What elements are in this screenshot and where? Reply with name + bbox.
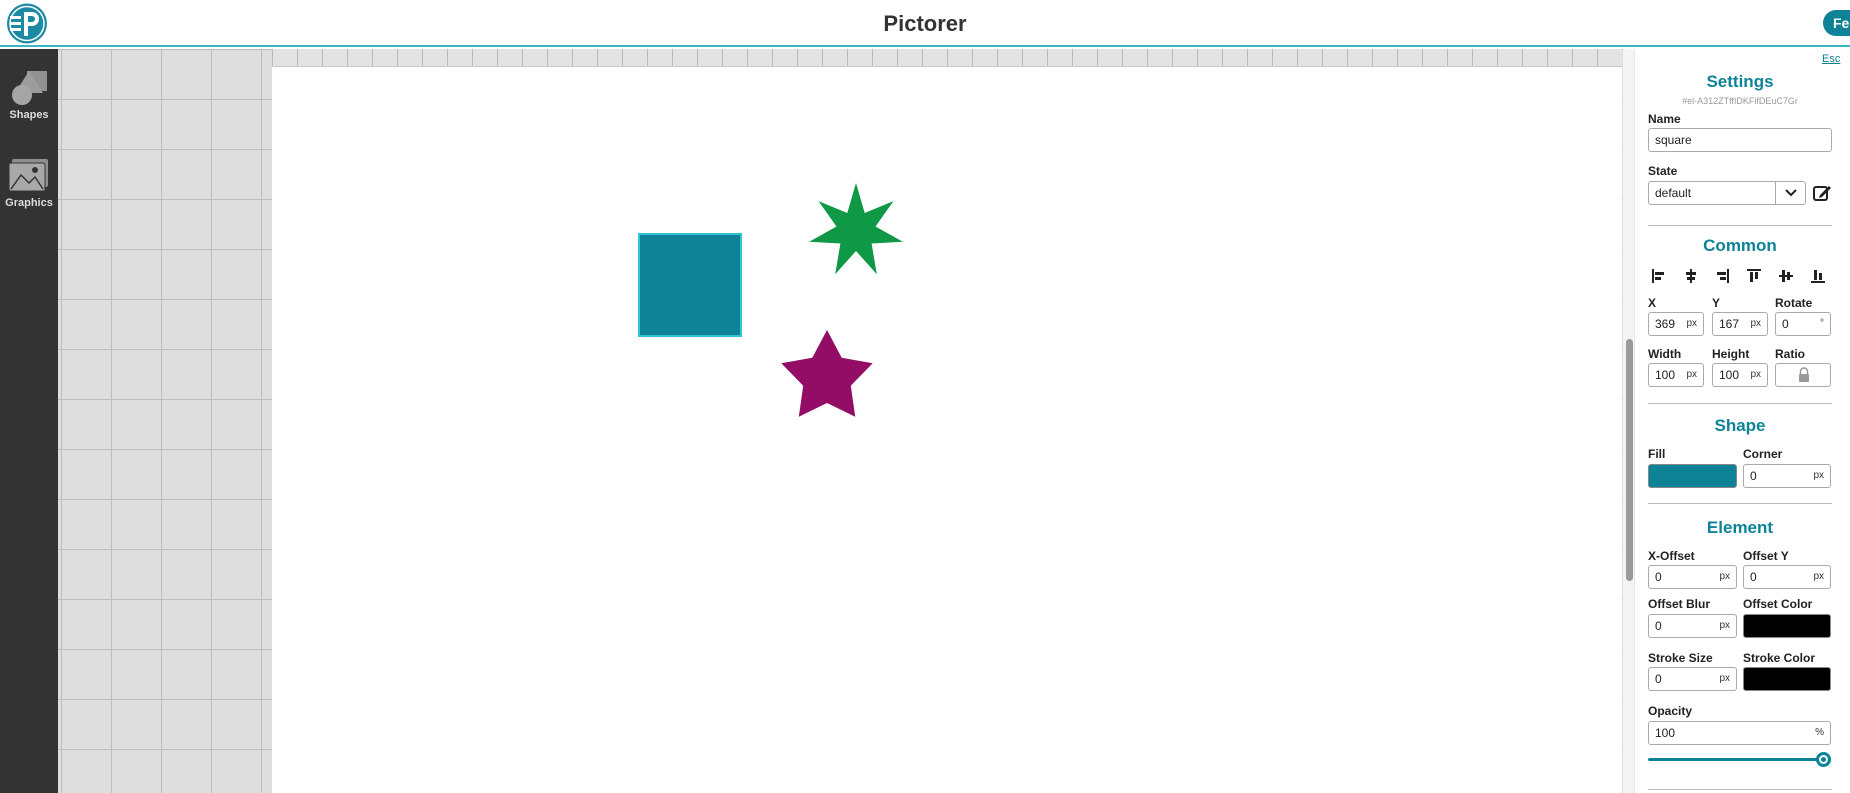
align-middle-vertical-icon[interactable] — [1778, 268, 1794, 284]
rotate-label: Rotate — [1775, 296, 1813, 310]
stroke-size-input[interactable]: 0 px — [1648, 667, 1737, 691]
esc-link[interactable]: Esc — [1822, 53, 1840, 65]
ratio-lock-button[interactable] — [1775, 363, 1831, 387]
stroke-color-swatch[interactable] — [1743, 667, 1831, 691]
offset-blur-input[interactable]: 0 px — [1648, 614, 1737, 638]
y-unit: px — [1750, 318, 1761, 329]
common-title: Common — [1703, 236, 1777, 255]
shapes-icon — [12, 71, 47, 105]
x-offset-input[interactable]: 0 px — [1648, 565, 1737, 589]
offset-y-value: 0 — [1750, 570, 1757, 584]
corner-unit: px — [1813, 470, 1824, 481]
rotate-value: 0 — [1782, 317, 1789, 331]
seven-point-star-shape[interactable] — [806, 181, 906, 281]
feedback-button[interactable]: Fe — [1823, 10, 1850, 36]
graphics-tool[interactable]: Graphics — [0, 155, 58, 209]
width-label: Width — [1648, 347, 1682, 361]
canvas-page[interactable] — [272, 67, 1622, 793]
shapes-tool-label: Shapes — [9, 109, 49, 121]
align-top-icon[interactable] — [1746, 268, 1762, 284]
section-divider — [1648, 225, 1832, 226]
shapes-tool[interactable]: Shapes — [0, 67, 58, 121]
y-value: 167 — [1719, 317, 1740, 331]
rotate-unit: ° — [1820, 318, 1824, 329]
stroke-size-unit: px — [1719, 673, 1730, 684]
graphics-tool-label: Graphics — [5, 197, 53, 209]
element-id: #el-A312ZTffIDKFifDEuC7Gr — [1682, 96, 1798, 106]
stroke-size-label: Stroke Size — [1648, 651, 1713, 665]
height-label: Height — [1712, 347, 1750, 361]
offset-blur-label: Offset Blur — [1648, 597, 1711, 611]
settings-title: Settings — [1706, 72, 1774, 91]
offset-y-unit: px — [1813, 571, 1824, 582]
x-offset-label: X-Offset — [1648, 549, 1695, 563]
fill-label: Fill — [1648, 447, 1666, 461]
section-divider — [1648, 503, 1832, 504]
name-label: Name — [1648, 112, 1681, 126]
section-divider — [1648, 403, 1832, 404]
opacity-slider-handle[interactable] — [1816, 752, 1831, 767]
height-input[interactable]: 100 px — [1712, 363, 1768, 387]
offset-color-label: Offset Color — [1743, 597, 1813, 611]
height-unit: px — [1750, 369, 1761, 380]
horizontal-ruler — [272, 49, 1622, 67]
fill-color-swatch[interactable] — [1648, 464, 1737, 488]
y-label: Y — [1712, 296, 1721, 310]
height-value: 100 — [1719, 368, 1740, 382]
square-shape[interactable] — [638, 233, 742, 337]
x-value: 369 — [1655, 317, 1676, 331]
ratio-label: Ratio — [1775, 347, 1805, 361]
width-input[interactable]: 100 px — [1648, 363, 1704, 387]
align-center-horizontal-icon[interactable] — [1683, 268, 1699, 284]
chevron-down-icon[interactable] — [1775, 182, 1805, 204]
x-input[interactable]: 369 px — [1648, 312, 1704, 336]
x-offset-value: 0 — [1655, 570, 1662, 584]
lock-icon — [1799, 367, 1809, 382]
corner-input[interactable]: 0 px — [1743, 464, 1831, 488]
canvas-scrollbar-thumb[interactable] — [1626, 339, 1633, 581]
opacity-input[interactable]: 100 % — [1648, 721, 1831, 745]
app-title: Pictorer — [883, 11, 967, 36]
element-title: Element — [1706, 518, 1774, 537]
width-unit: px — [1686, 369, 1697, 380]
five-point-star-shape[interactable] — [777, 324, 877, 424]
x-unit: px — [1686, 318, 1697, 329]
top-bar: Pictorer Fe — [0, 0, 1850, 47]
offset-y-input[interactable]: 0 px — [1743, 565, 1831, 589]
offset-blur-value: 0 — [1655, 619, 1662, 633]
section-divider — [1648, 789, 1832, 790]
y-input[interactable]: 167 px — [1712, 312, 1768, 336]
corner-label: Corner — [1743, 447, 1783, 461]
shape-title: Shape — [1714, 416, 1766, 435]
offset-blur-unit: px — [1719, 620, 1730, 631]
name-input[interactable]: square — [1648, 128, 1832, 152]
align-left-icon[interactable] — [1651, 268, 1667, 284]
opacity-value: 100 — [1655, 726, 1676, 740]
offset-y-label: Offset Y — [1743, 549, 1789, 563]
x-offset-unit: px — [1719, 571, 1730, 582]
align-bottom-icon[interactable] — [1810, 268, 1826, 284]
rotate-input[interactable]: 0 ° — [1775, 312, 1831, 336]
x-label: X — [1648, 296, 1657, 310]
stroke-color-label: Stroke Color — [1743, 651, 1816, 665]
width-value: 100 — [1655, 368, 1676, 382]
state-select[interactable]: default — [1648, 181, 1806, 205]
corner-value: 0 — [1750, 469, 1757, 483]
state-label: State — [1648, 164, 1678, 178]
edit-state-icon[interactable] — [1812, 183, 1832, 203]
state-value: default — [1655, 186, 1692, 200]
stroke-size-value: 0 — [1655, 672, 1662, 686]
align-right-icon[interactable] — [1714, 268, 1730, 284]
offset-color-swatch[interactable] — [1743, 614, 1831, 638]
left-toolbar: Shapes Graphics — [0, 49, 58, 793]
opacity-label: Opacity — [1648, 704, 1693, 718]
name-value: square — [1655, 133, 1692, 147]
opacity-slider-track[interactable] — [1648, 758, 1824, 761]
graphics-icon — [8, 159, 48, 192]
opacity-unit: % — [1815, 727, 1824, 738]
